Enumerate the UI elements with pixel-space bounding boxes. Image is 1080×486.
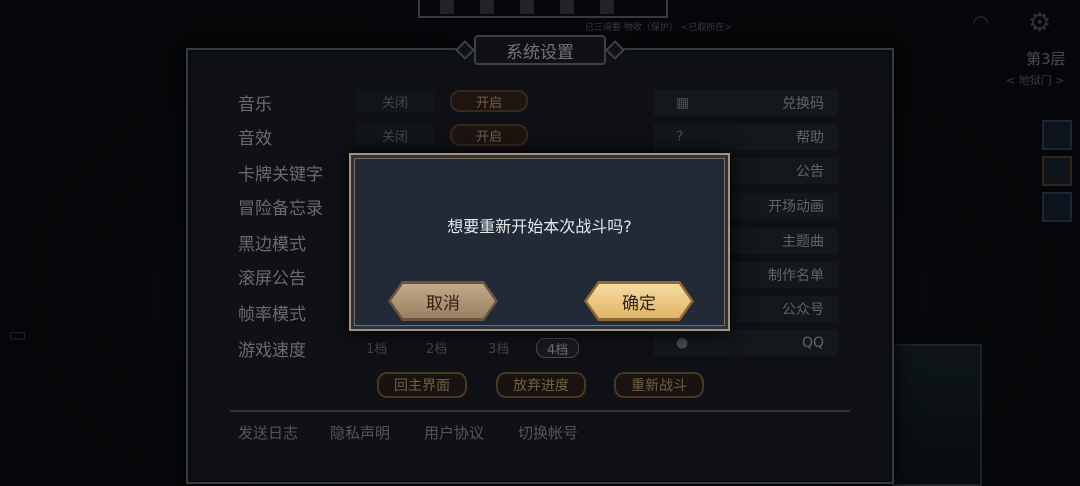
restart-confirm-dialog: 想要重新开始本次战斗吗? 取消 确定: [349, 153, 730, 331]
dialog-message: 想要重新开始本次战斗吗?: [447, 217, 632, 236]
cancel-button[interactable]: 取消: [391, 284, 495, 318]
confirm-button[interactable]: 确定: [587, 284, 691, 318]
